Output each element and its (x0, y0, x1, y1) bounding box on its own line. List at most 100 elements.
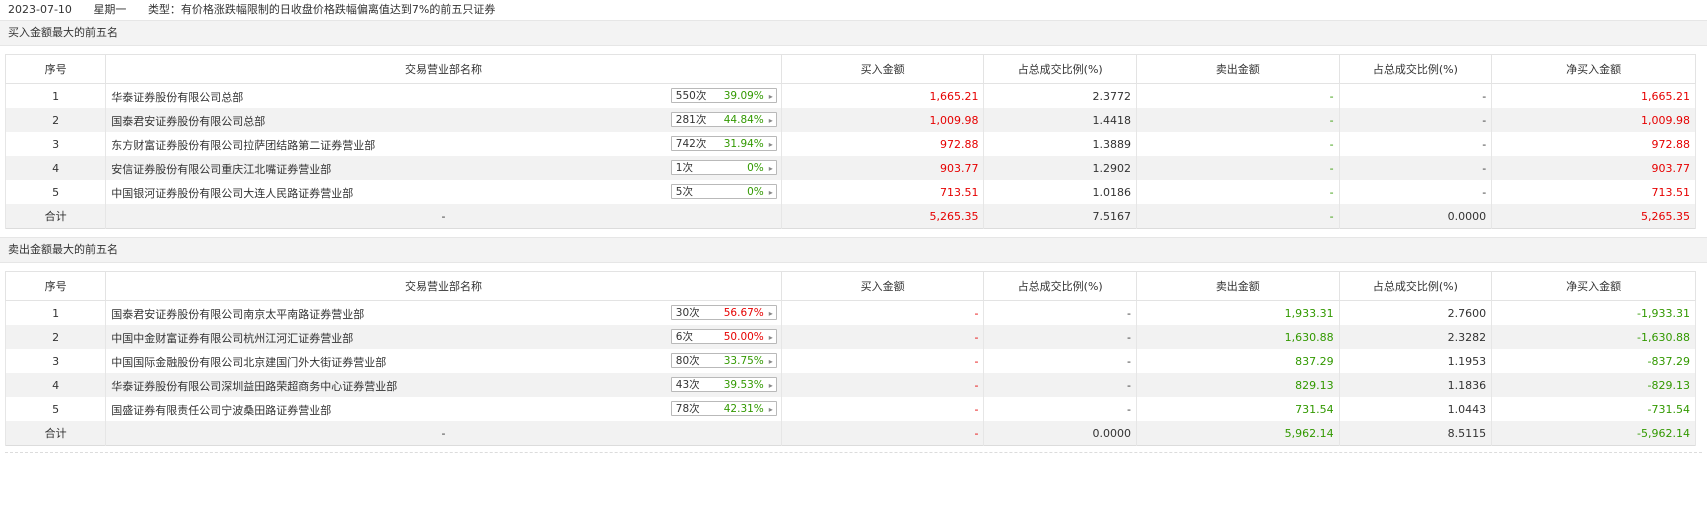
dept-win-rate: 33.75% (723, 355, 764, 367)
buy-amount: 713.51 (780, 180, 985, 204)
net-amount: -731.54 (1491, 397, 1696, 421)
table-row: 1 国泰君安证券股份有限公司南京太平南路证券营业部 30次 56.67% ▸ - -1,93… (4, 300, 1696, 325)
sell-ratio: 2.7600 (1338, 300, 1493, 325)
chevron-right-icon: ▸ (768, 333, 773, 342)
table-row: 4 华泰证券股份有限公司深圳益田路荣超商务中心证券营业部 43次 39.53% ▸ - -8… (4, 373, 1696, 397)
sell-ratio: - (1338, 156, 1493, 180)
dept-win-rate: 56.67% (723, 307, 764, 319)
dept-count: 1次 (675, 162, 693, 174)
dept-stats-badge[interactable]: 43次 39.53% ▸ (670, 377, 777, 392)
dept-count: 5次 (675, 186, 693, 198)
sell-amount: - (1135, 132, 1340, 156)
total-name: - (105, 421, 782, 446)
dept-name-cell: 华泰证券股份有限公司总部 550次 39.09% ▸ (105, 83, 782, 108)
dept-stats-badge[interactable]: 550次 39.09% ▸ (670, 88, 777, 103)
dept-name-cell: 华泰证券股份有限公司深圳益田路荣超商务中心证券营业部 43次 39.53% ▸ (105, 373, 782, 397)
chevron-right-icon: ▸ (768, 357, 773, 366)
dept-name-link[interactable]: 中国国际金融股份有限公司北京建国门外大街证券营业部 (111, 354, 386, 370)
dept-count: 6次 (675, 331, 693, 343)
dept-name-cell: 东方财富证券股份有限公司拉萨团结路第二证券营业部 742次 31.94% ▸ (105, 132, 782, 156)
dept-stats-badge[interactable]: 5次 0% ▸ (670, 184, 777, 199)
chevron-right-icon: ▸ (768, 92, 773, 101)
buy-ratio: 1.2902 (983, 156, 1137, 180)
col-buy-amount: 买入金额 (780, 271, 985, 301)
row-no: 3 (4, 349, 107, 373)
dept-name-link[interactable]: 安信证券股份有限公司重庆江北嘴证券营业部 (111, 161, 331, 177)
dept-count: 78次 (675, 403, 700, 415)
date-text: 2023-07-10 (8, 3, 72, 16)
weekday-text: 星期一 (93, 3, 127, 16)
total-sell-amount: 5,962.14 (1135, 421, 1340, 446)
net-amount: 713.51 (1491, 180, 1696, 204)
sell-ratio: 1.1836 (1338, 373, 1493, 397)
chevron-right-icon: ▸ (768, 405, 773, 414)
total-name: - (105, 204, 782, 229)
buy-ratio: - (983, 373, 1137, 397)
col-no: 序号 (4, 54, 107, 84)
net-amount: -837.29 (1491, 349, 1696, 373)
dept-count: 80次 (675, 355, 700, 367)
table-row: 2 中国中金财富证券有限公司杭州江河汇证券营业部 6次 50.00% ▸ - -1,630.… (4, 325, 1696, 349)
dept-win-rate: 44.84% (723, 114, 764, 126)
row-no: 3 (4, 132, 107, 156)
dept-name-link[interactable]: 东方财富证券股份有限公司拉萨团结路第二证券营业部 (111, 137, 375, 153)
chevron-right-icon: ▸ (768, 140, 773, 149)
sell-table: 序号 交易营业部名称 买入金额 占总成交比例(%) 卖出金额 占总成交比例(%)… (4, 271, 1696, 446)
col-dept-name: 交易营业部名称 (105, 271, 782, 301)
col-buy-amount: 买入金额 (780, 54, 985, 84)
table-row: 2 国泰君安证券股份有限公司总部 281次 44.84% ▸ 1,009.98 1.4418… (4, 108, 1696, 132)
buy-table-header: 序号 交易营业部名称 买入金额 占总成交比例(%) 卖出金额 占总成交比例(%)… (4, 54, 1696, 84)
col-buy-ratio: 占总成交比例(%) (983, 54, 1137, 84)
table-row: 4 安信证券股份有限公司重庆江北嘴证券营业部 1次 0% ▸ 903.77 1.2902- -… (4, 156, 1696, 180)
table-row: 5 国盛证券有限责任公司宁波桑田路证券营业部 78次 42.31% ▸ - -731.54 1… (4, 397, 1696, 421)
total-sell-ratio: 8.5115 (1338, 421, 1493, 446)
dept-name-link[interactable]: 华泰证券股份有限公司总部 (111, 89, 243, 105)
sell-ratio: 2.3282 (1338, 325, 1493, 349)
dept-stats-badge[interactable]: 80次 33.75% ▸ (670, 353, 777, 368)
dept-win-rate: 42.31% (723, 403, 764, 415)
dept-stats-badge[interactable]: 30次 56.67% ▸ (670, 305, 777, 320)
total-sell-amount: - (1135, 204, 1340, 229)
dept-name-link[interactable]: 华泰证券股份有限公司深圳益田路荣超商务中心证券营业部 (111, 378, 397, 394)
dept-name-link[interactable]: 中国银河证券股份有限公司大连人民路证券营业部 (111, 185, 353, 201)
dept-stats-badge[interactable]: 281次 44.84% ▸ (670, 112, 777, 127)
total-buy-ratio: 0.0000 (983, 421, 1137, 446)
dept-name-link[interactable]: 国盛证券有限责任公司宁波桑田路证券营业部 (111, 402, 331, 418)
chevron-right-icon: ▸ (768, 309, 773, 318)
chevron-right-icon: ▸ (768, 381, 773, 390)
net-amount: 1,665.21 (1491, 83, 1696, 108)
dept-stats-badge[interactable]: 1次 0% ▸ (670, 160, 777, 175)
dept-win-rate: 0% (747, 186, 764, 198)
sell-amount: 829.13 (1135, 373, 1340, 397)
row-no: 5 (4, 180, 107, 204)
total-buy-amount: 5,265.35 (780, 204, 985, 229)
chevron-right-icon: ▸ (768, 164, 773, 173)
dept-name-link[interactable]: 中国中金财富证券有限公司杭州江河汇证券营业部 (111, 330, 353, 346)
buy-section-title: 买入金额最大的前五名 (0, 20, 1707, 46)
buy-amount: - (780, 373, 985, 397)
dept-name-cell: 中国国际金融股份有限公司北京建国门外大街证券营业部 80次 33.75% ▸ (105, 349, 782, 373)
sell-section-title: 卖出金额最大的前五名 (0, 237, 1707, 263)
col-sell-ratio: 占总成交比例(%) (1338, 271, 1493, 301)
sell-ratio: 1.0443 (1338, 397, 1493, 421)
dept-win-rate: 31.94% (723, 138, 764, 150)
row-no: 4 (4, 156, 107, 180)
col-no: 序号 (4, 271, 107, 301)
total-buy-ratio: 7.5167 (983, 204, 1137, 229)
dept-name-link[interactable]: 国泰君安证券股份有限公司南京太平南路证券营业部 (111, 306, 364, 322)
dept-win-rate: 0% (747, 162, 764, 174)
dept-win-rate: 50.00% (723, 331, 764, 343)
dept-stats-badge[interactable]: 6次 50.00% ▸ (670, 329, 777, 344)
type-text: 类型：有价格涨跌幅限制的日收盘价格跌幅偏离值达到7%的前五只证券 (147, 3, 496, 16)
dept-name-cell: 中国中金财富证券有限公司杭州江河汇证券营业部 6次 50.00% ▸ (105, 325, 782, 349)
col-sell-amount: 卖出金额 (1135, 54, 1340, 84)
sell-amount: - (1135, 156, 1340, 180)
dept-name-link[interactable]: 国泰君安证券股份有限公司总部 (111, 113, 265, 129)
dept-stats-badge[interactable]: 78次 42.31% ▸ (670, 401, 777, 416)
dept-stats-badge[interactable]: 742次 31.94% ▸ (670, 136, 777, 151)
row-no: 1 (4, 300, 107, 325)
buy-amount: - (780, 300, 985, 325)
table-row: 1 华泰证券股份有限公司总部 550次 39.09% ▸ 1,665.21 2.3772- -… (4, 83, 1696, 108)
row-no: 4 (4, 373, 107, 397)
col-dept-name: 交易营业部名称 (105, 54, 782, 84)
